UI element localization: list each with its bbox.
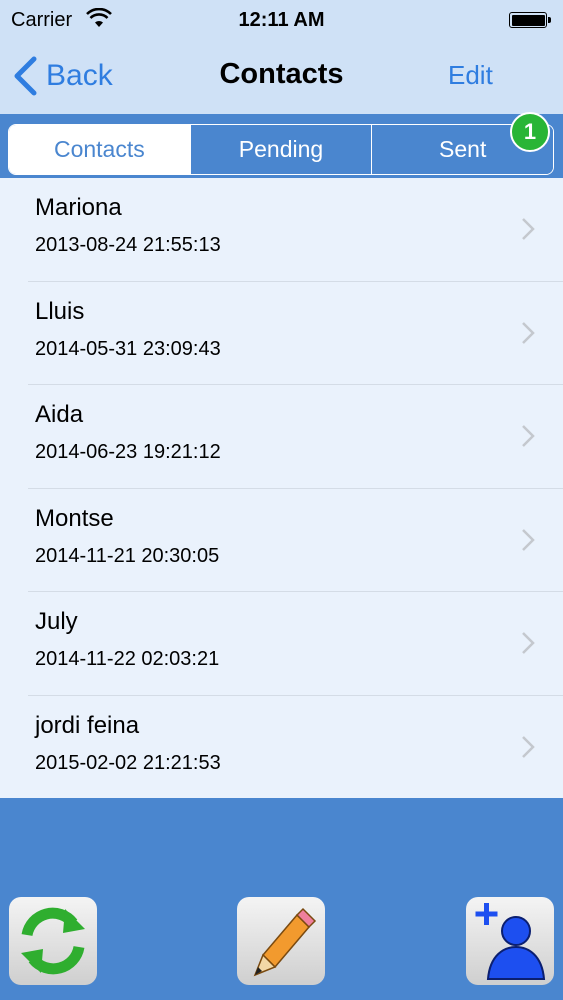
- contact-row[interactable]: Aida 2014-06-23 19:21:12: [0, 385, 563, 489]
- battery-icon: [509, 12, 547, 28]
- chevron-right-icon: [522, 632, 535, 654]
- chevron-right-icon: [522, 218, 535, 240]
- contact-row[interactable]: Mariona 2013-08-24 21:55:13: [0, 178, 563, 282]
- edit-button[interactable]: Edit: [448, 60, 493, 91]
- contact-name: Lluis: [35, 297, 85, 325]
- contact-date: 2014-06-23 19:21:12: [35, 441, 221, 463]
- status-bar: Carrier 12:11 AM: [0, 0, 563, 40]
- chevron-right-icon: [522, 735, 535, 758]
- contact-date: 2013-08-24 21:55:13: [35, 234, 221, 256]
- refresh-icon: [21, 907, 85, 975]
- chevron-right-icon: [522, 321, 535, 344]
- contact-date: 2015-02-02 21:21:53: [35, 751, 221, 774]
- add-contact-button[interactable]: [466, 897, 554, 985]
- contact-row[interactable]: July 2014-11-22 02:03:21: [0, 592, 563, 696]
- contact-date: 2014-11-21 20:30:05: [35, 544, 220, 567]
- tab-pending[interactable]: Pending: [189, 125, 372, 174]
- contact-name: Mariona: [35, 194, 122, 221]
- contact-name: Montse: [35, 504, 114, 532]
- contact-name: Aida: [35, 401, 84, 428]
- compose-button[interactable]: [237, 897, 325, 985]
- tab-contacts[interactable]: Contacts: [9, 125, 190, 174]
- status-time: 12:11 AM: [238, 9, 325, 31]
- contact-row[interactable]: Lluis 2014-05-31 23:09:43: [0, 282, 563, 386]
- contact-date: 2014-11-22 02:03:21: [35, 648, 220, 670]
- contacts-list: Mariona 2013-08-24 21:55:13 Lluis 2014-0…: [0, 178, 563, 798]
- chevron-right-icon: [522, 528, 535, 551]
- add-contact-icon: [475, 903, 546, 980]
- chevron-right-icon: [522, 425, 535, 447]
- contact-row[interactable]: jordi feina 2015-02-02 21:21:53: [0, 696, 563, 800]
- contact-date: 2014-05-31 23:09:43: [35, 337, 221, 360]
- pencil-icon: [253, 907, 317, 977]
- segmented-control: Contacts Pending Sent: [8, 124, 554, 175]
- battery-tip: [548, 17, 551, 23]
- sent-count-badge: 1: [510, 112, 550, 152]
- refresh-button[interactable]: [9, 897, 97, 985]
- navigation-bar: Back Contacts Edit: [0, 40, 563, 114]
- segment-bar: Contacts Pending Sent: [0, 114, 563, 178]
- contact-row[interactable]: Montse 2014-11-21 20:30:05: [0, 489, 563, 593]
- contact-name: July: [35, 608, 78, 635]
- contact-name: jordi feina: [35, 711, 140, 739]
